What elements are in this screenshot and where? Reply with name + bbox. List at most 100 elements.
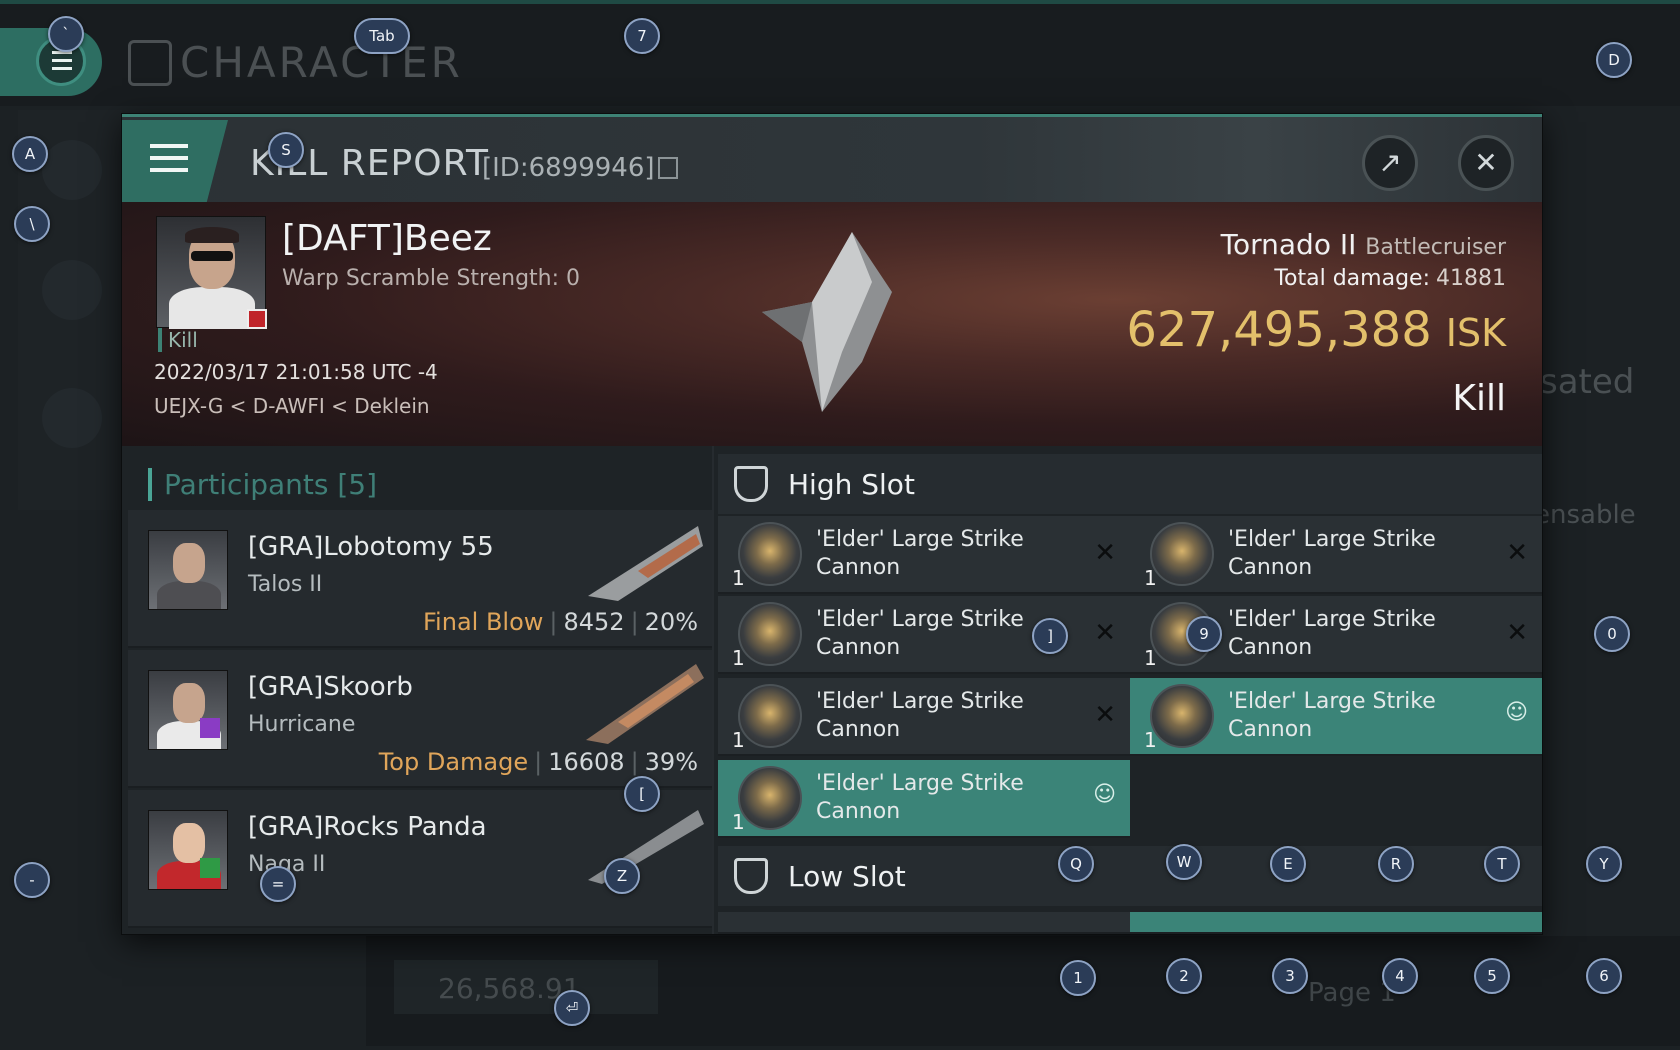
total-damage-value: 41881 [1436,266,1506,291]
hamburger-icon [150,144,188,180]
key-hint: ] [1032,618,1068,654]
background-text-1: sated [1540,362,1635,402]
star-icon[interactable] [42,388,102,448]
kill-id: [ID:6899946] [482,153,655,183]
close-button[interactable]: ✕ [1458,135,1514,191]
top-bar: CHARACTER [0,0,1680,106]
key-hint: \ [14,206,50,242]
key-hint: ` [48,16,84,52]
module-icon [1150,684,1214,748]
victim-ship-image[interactable] [742,222,922,422]
background-text-2: ensable [1534,500,1636,530]
low-slot-icon [734,858,768,894]
kill-location[interactable]: UEJX-G < D-AWFI < Deklein [154,394,430,418]
module-qty: 1 [1144,646,1157,670]
high-slot-icon [734,466,768,502]
module-item-partial[interactable] [718,912,1130,934]
participant-stats: Top Damage | 16608 | 39% [378,748,698,776]
module-icon [738,602,802,666]
participant-portrait [148,530,228,610]
isk-unit: ISK [1445,311,1506,355]
key-hint: Y [1586,846,1622,882]
victim-ship[interactable]: Tornado II Battlecruiser [1221,228,1506,261]
ship-class: Battlecruiser [1365,235,1506,260]
module-name: 'Elder' Large Strike Cannon [1228,527,1436,580]
list-icon[interactable] [42,140,102,200]
high-slot-header: High Slot [718,454,1542,514]
module-item[interactable]: 1 'Elder' Large Strike Cannon ☺ [1130,678,1542,756]
window-menu-button[interactable] [122,120,228,202]
module-icon [738,684,802,748]
victim-name[interactable]: [DAFT]Beez [282,218,492,259]
key-hint: ⏎ [554,990,590,1026]
key-hint: D [1596,42,1632,78]
module-name: 'Elder' Large Strike Cannon [816,607,1024,660]
close-icon: ✕ [1474,146,1498,179]
key-hint: T [1484,846,1520,882]
destroyed-icon: ✕ [1094,538,1116,568]
module-icon [1150,522,1214,586]
high-slot-label: High Slot [788,468,915,501]
key-hint: - [14,862,50,898]
fitting-panel: High Slot 1 'Elder' Large Strike Cannon ✕… [714,446,1542,934]
destroyed-icon: ✕ [1094,618,1116,648]
module-name: 'Elder' Large Strike Cannon [816,771,1024,824]
standing-badge-icon [200,858,220,878]
participant-row[interactable]: [GRA]Lobotomy 55 Talos II Final Blow | 845… [128,510,712,648]
game-screen: CHARACTER sated ensable 26,568.91 Page 1… [0,0,1680,1050]
module-qty: 1 [732,728,745,752]
module-item[interactable]: 1 'Elder' Large Strike Cannon ✕ [718,516,1130,594]
kill-tag: Kill [158,328,198,352]
key-hint: 6 [1586,958,1622,994]
module-qty: 1 [1144,728,1157,752]
key-hint: A [12,136,48,172]
key-hint: E [1270,846,1306,882]
key-hint: 1 [1060,960,1096,996]
kill-result: Kill [1452,378,1506,419]
module-qty: 1 [1144,566,1157,590]
module-qty: 1 [732,646,745,670]
key-hint: 5 [1474,958,1510,994]
kill-timestamp: 2022/03/17 21:01:58 UTC -4 [154,360,438,384]
low-slot-header: Low Slot [718,846,1542,906]
module-icon [738,522,802,586]
key-hint: S [268,132,304,168]
module-qty: 1 [732,566,745,590]
copy-icon[interactable] [658,157,678,179]
kill-report-window: KILL REPORT [ID:6899946] ↗ ✕ [DAFT]Beez … [122,114,1542,934]
hamburger-icon [52,51,72,71]
key-hint: Z [604,858,640,894]
module-name: 'Elder' Large Strike Cannon [816,689,1024,742]
participant-stats: Final Blow | 8452 | 20% [423,608,698,636]
participant-ship: Talos II [248,572,323,597]
destroyed-icon: ✕ [1506,538,1528,568]
external-link-icon: ↗ [1378,146,1402,179]
participants-header[interactable]: Participants [5] [148,468,377,501]
victim-banner: [DAFT]Beez Warp Scramble Strength: 0 Kil… [122,202,1542,446]
swords-icon[interactable] [42,260,102,320]
key-hint: 2 [1166,958,1202,994]
participant-name: [GRA]Skoorb [248,672,413,702]
app-title: CHARACTER [180,38,463,87]
module-name: 'Elder' Large Strike Cannon [1228,689,1436,742]
dropped-person-icon: ☺ [1093,782,1116,807]
module-item-partial[interactable] [1130,912,1542,934]
module-item[interactable]: 1 'Elder' Large Strike Cannon ✕ [718,596,1130,674]
key-hint: 7 [624,18,660,54]
warp-scramble-strength: Warp Scramble Strength: 0 [282,266,581,291]
participant-name: [GRA]Rocks Panda [248,812,487,842]
total-damage: Total damage: 41881 [1274,266,1506,291]
destroyed-icon: ✕ [1094,700,1116,730]
module-name: 'Elder' Large Strike Cannon [1228,607,1436,660]
external-link-button[interactable]: ↗ [1362,135,1418,191]
module-item[interactable]: 1 'Elder' Large Strike Cannon ✕ [1130,516,1542,594]
character-icon [128,40,172,86]
participant-row[interactable]: [GRA]Skoorb Hurricane Top Damage | 16608 | 3… [128,650,712,788]
module-item[interactable]: 1 'Elder' Large Strike Cannon ☺ [718,760,1130,838]
module-item[interactable]: 1 'Elder' Large Strike Cannon ✕ [718,678,1130,756]
participant-portrait [148,810,228,890]
module-icon [738,766,802,830]
key-hint: 4 [1382,958,1418,994]
victim-portrait[interactable] [156,216,267,329]
participant-ship: Hurricane [248,712,356,737]
